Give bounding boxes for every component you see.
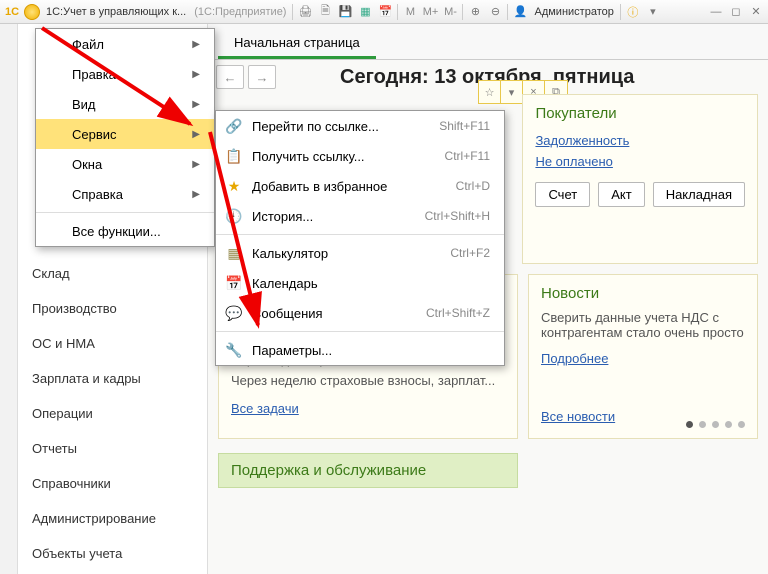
help-icon[interactable]: ⓘ — [624, 3, 642, 21]
link-news-more[interactable]: Подробнее — [541, 351, 608, 366]
menu-calculator[interactable]: ▦КалькуляторCtrl+F2 — [216, 238, 504, 268]
btn-akt[interactable]: Акт — [598, 182, 644, 207]
menu-history[interactable]: 🕘История...Ctrl+Shift+H — [216, 201, 504, 231]
m-minus-icon[interactable]: M- — [441, 3, 459, 21]
maximize-icon[interactable]: ◻ — [727, 3, 745, 21]
m-plus-icon[interactable]: M+ — [421, 3, 439, 21]
nav-objects[interactable]: Объекты учета — [18, 536, 207, 571]
menu-file[interactable]: Файл▶ — [36, 29, 214, 59]
btn-schet[interactable]: Счет — [535, 182, 590, 207]
link-all-tasks[interactable]: Все задачи — [231, 401, 299, 416]
news-pagination-dots[interactable] — [686, 421, 745, 428]
menu-help[interactable]: Справка▶ — [36, 179, 214, 209]
window-subtitle: (1С:Предприятие) — [194, 6, 286, 18]
nav-sprav[interactable]: Справочники — [18, 466, 207, 501]
back-button[interactable]: ← — [216, 65, 244, 89]
tab-start-page[interactable]: Начальная страница — [218, 27, 376, 59]
menu-all-functions[interactable]: Все функции... — [36, 216, 214, 246]
star-icon: ★ — [224, 178, 244, 195]
btn-nakladnaya[interactable]: Накладная — [653, 182, 745, 207]
save-icon[interactable]: 💾 — [336, 3, 354, 21]
calculator-toolbar-icon[interactable]: ▦ — [356, 3, 374, 21]
link-all-news[interactable]: Все новости — [541, 409, 615, 424]
menu-windows[interactable]: Окна▶ — [36, 149, 214, 179]
history-icon: 🕘 — [224, 208, 244, 225]
calendar-icon: 📅 — [224, 275, 244, 292]
menu-parameters[interactable]: 🔧Параметры... — [216, 335, 504, 365]
minimize-icon[interactable]: — — [707, 3, 725, 21]
main-menu: Файл▶ Правка▶ Вид▶ Сервис▶ Окна▶ Справка… — [35, 28, 215, 247]
nav-os[interactable]: ОС и НМА — [18, 326, 207, 361]
nav-admin[interactable]: Администрирование — [18, 501, 207, 536]
user-name: Администратор — [534, 6, 613, 18]
get-link-icon: 📋 — [224, 148, 244, 165]
buyers-title: Покупатели — [535, 105, 745, 122]
nav-zarplata[interactable]: Зарплата и кадры — [18, 361, 207, 396]
print-icon[interactable]: 🖨 — [296, 3, 314, 21]
nav-operations[interactable]: Операции — [18, 396, 207, 431]
menu-dropdown-icon[interactable] — [23, 3, 41, 21]
menu-calendar[interactable]: 📅Календарь — [216, 268, 504, 298]
forward-button[interactable]: → — [248, 65, 276, 89]
menu-add-favorite[interactable]: ★Добавить в избранноеCtrl+D — [216, 171, 504, 201]
messages-icon: 💬 — [224, 305, 244, 322]
app-icon: 1C — [3, 3, 21, 21]
window-title: 1С:Учет в управляющих к... — [46, 6, 186, 18]
print-preview-icon[interactable]: 🗎 — [316, 3, 334, 21]
nav-proizvodstvo[interactable]: Производство — [18, 291, 207, 326]
news-card: Новости Сверить данные учета НДС с контр… — [528, 274, 758, 439]
menu-messages[interactable]: 💬СообщенияCtrl+Shift+Z — [216, 298, 504, 328]
left-rail — [0, 24, 18, 574]
news-body: Сверить данные учета НДС с контрагентам … — [541, 310, 745, 340]
link-unpaid[interactable]: Не оплачено — [535, 154, 612, 169]
news-title: Новости — [541, 285, 745, 302]
close-icon[interactable]: ✕ — [747, 3, 765, 21]
calendar-toolbar-icon[interactable]: 📅 — [376, 3, 394, 21]
tasks-inweek: Через неделю страховые взносы, зарплат..… — [231, 373, 505, 388]
zoom-in-icon[interactable]: ⊕ — [466, 3, 484, 21]
menu-goto-link[interactable]: 🔗Перейти по ссылке...Shift+F11 — [216, 111, 504, 141]
titlebar: 1C 1С:Учет в управляющих к... (1С:Предпр… — [0, 0, 768, 24]
menu-service[interactable]: Сервис▶ — [36, 119, 214, 149]
calculator-icon: ▦ — [224, 245, 244, 262]
support-bar[interactable]: Поддержка и обслуживание — [218, 453, 518, 488]
menu-edit[interactable]: Правка▶ — [36, 59, 214, 89]
buyers-card: Покупатели Задолженность Не оплачено Сче… — [522, 94, 758, 264]
wrench-icon: 🔧 — [224, 342, 244, 359]
link-debt[interactable]: Задолженность — [535, 133, 629, 148]
nav-reports[interactable]: Отчеты — [18, 431, 207, 466]
user-icon: 👤 — [511, 3, 529, 21]
service-submenu: 🔗Перейти по ссылке...Shift+F11 📋Получить… — [215, 110, 505, 366]
menu-get-link[interactable]: 📋Получить ссылку...Ctrl+F11 — [216, 141, 504, 171]
link-icon: 🔗 — [224, 118, 244, 135]
dropdown-icon[interactable]: ▾ — [644, 3, 662, 21]
zoom-out-icon[interactable]: ⊖ — [486, 3, 504, 21]
m-icon[interactable]: M — [401, 3, 419, 21]
nav-sklad[interactable]: Склад — [18, 256, 207, 291]
menu-view[interactable]: Вид▶ — [36, 89, 214, 119]
